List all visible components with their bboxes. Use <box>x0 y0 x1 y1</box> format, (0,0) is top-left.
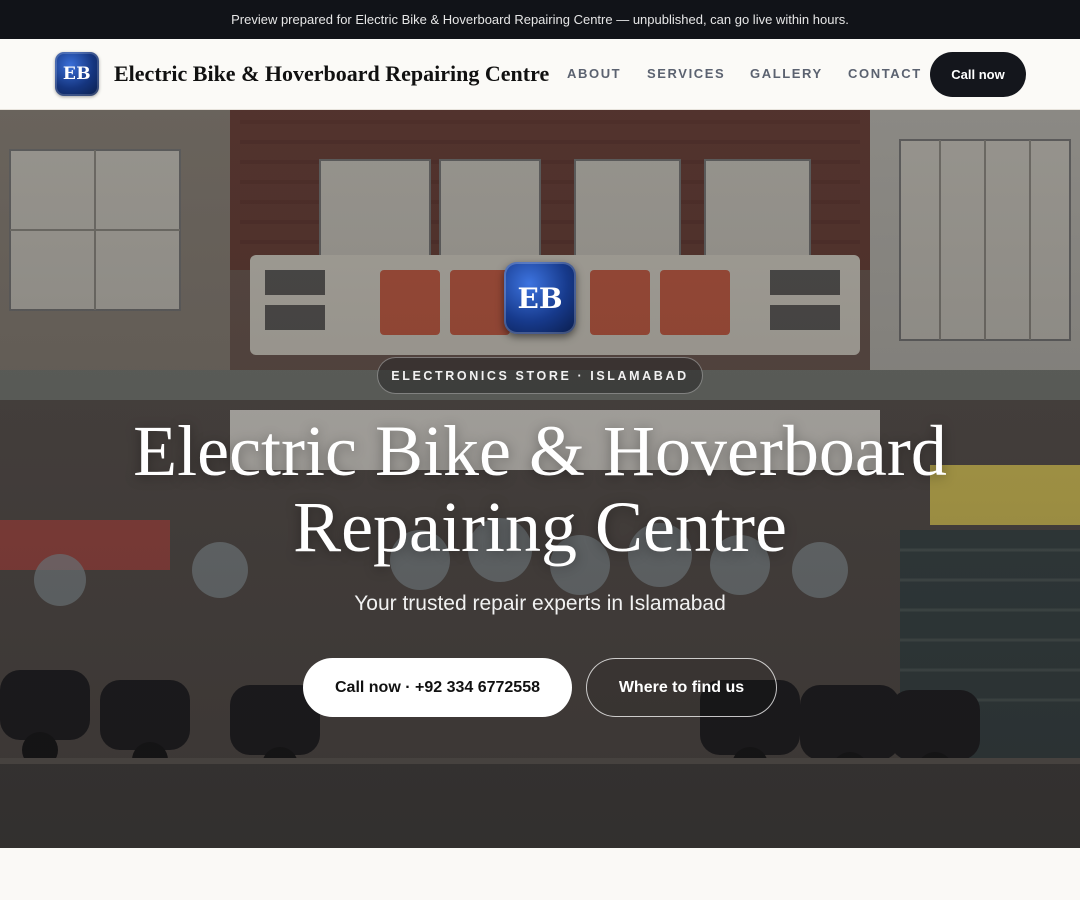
hero-call-button[interactable]: Call now · +92 334 6772558 <box>303 658 572 717</box>
hero-logo-badge: EB <box>504 262 576 334</box>
next-section-start <box>0 848 1080 900</box>
nav-contact[interactable]: CONTACT <box>848 66 922 81</box>
hero-section: EB ELECTRONICS STORE · ISLAMABAD Electri… <box>0 110 1080 848</box>
hero-title-line1: Electric Bike & Hoverboard <box>133 411 947 491</box>
nav-services[interactable]: SERVICES <box>647 66 725 81</box>
logo-badge[interactable]: EB <box>55 52 99 96</box>
site-header: EB Electric Bike & Hoverboard Repairing … <box>0 39 1080 110</box>
brand-name[interactable]: Electric Bike & Hoverboard Repairing Cen… <box>114 61 549 87</box>
hero-eyebrow-pill: ELECTRONICS STORE · ISLAMABAD <box>377 357 703 394</box>
nav-gallery[interactable]: GALLERY <box>750 66 823 81</box>
header-call-button[interactable]: Call now <box>930 52 1026 97</box>
hero-subtitle: Your trusted repair experts in Islamabad <box>354 592 726 615</box>
hero-logo-text: EB <box>517 281 563 315</box>
logo-text: EB <box>62 64 92 84</box>
nav-about[interactable]: ABOUT <box>567 66 621 81</box>
preview-banner: Preview prepared for Electric Bike & Hov… <box>0 0 1080 39</box>
preview-banner-text: Preview prepared for Electric Bike & Hov… <box>231 12 849 27</box>
hero-title-line2: Repairing Centre <box>293 487 787 567</box>
hero-find-us-button[interactable]: Where to find us <box>586 658 777 717</box>
hero-title: Electric Bike & Hoverboard Repairing Cen… <box>40 413 1040 565</box>
hero-eyebrow-text: ELECTRONICS STORE · ISLAMABAD <box>391 368 689 383</box>
